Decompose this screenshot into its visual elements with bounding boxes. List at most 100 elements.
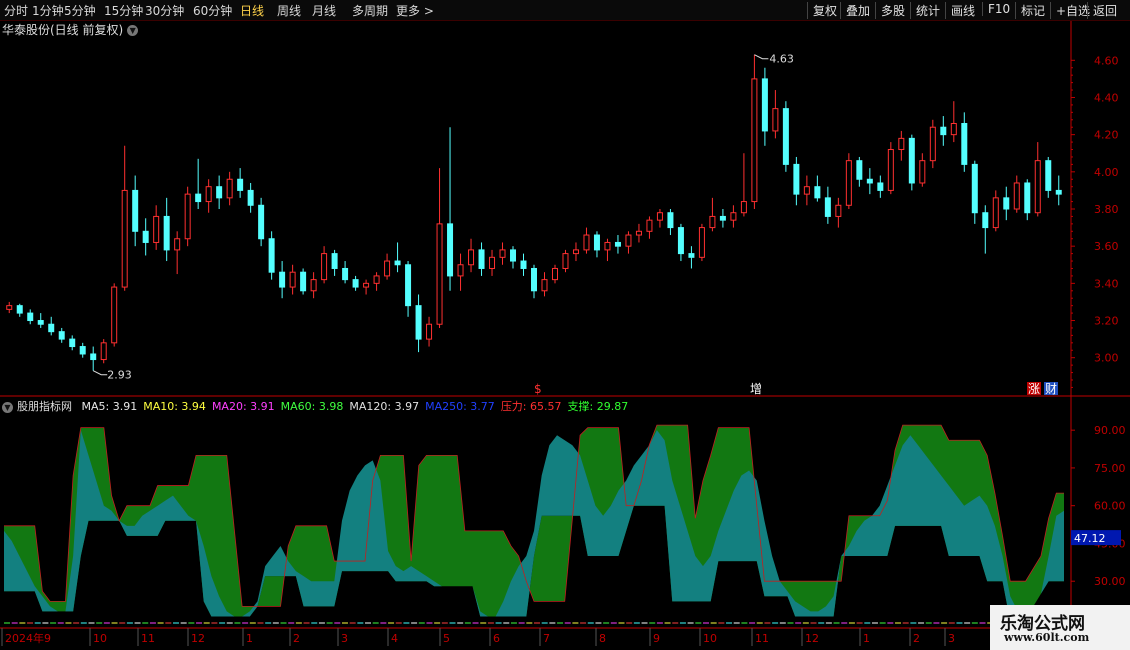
candle-body [793, 163, 800, 195]
chevron-down-icon[interactable]: ▼ [2, 401, 13, 413]
x-axis: 2024年9 10 11 12 1 2 3 4 5 6 7 8 9 10 11 12 1 2 3 [1, 628, 955, 646]
candle [656, 209, 663, 228]
candle-body [1034, 160, 1041, 214]
candle-body [436, 223, 443, 325]
candle-body [352, 279, 359, 288]
candle-body [457, 264, 464, 277]
candle-body [247, 189, 254, 206]
candle-body [48, 323, 55, 333]
x-tick-label: 12 [805, 632, 819, 645]
candle [898, 130, 905, 161]
candle [541, 272, 548, 297]
candle-body [121, 189, 128, 288]
candle-body [531, 267, 537, 292]
candle [772, 90, 779, 139]
candle-body [405, 264, 412, 307]
candle-body [604, 241, 611, 251]
indicator-area [4, 424, 1070, 624]
candle [69, 335, 76, 351]
candle-body [982, 212, 989, 229]
candle-body [363, 282, 370, 288]
candle [195, 158, 202, 209]
candle-body [1013, 182, 1020, 210]
price-axis: 4.60 4.40 4.20 4.00 3.80 3.60 3.40 3.20 3.00 [1071, 54, 1119, 388]
candle [436, 168, 443, 328]
legend-entry-4: MA120: 3.97 [349, 400, 420, 413]
candle-body [929, 126, 936, 162]
chart-canvas[interactable]: 4.63 2.93 4.60 4.40 4.20 4.00 3.80 3.60 3.40 3.2… [0, 0, 1130, 650]
candle-body [646, 219, 653, 232]
candle-body [373, 275, 380, 284]
candle [268, 231, 275, 280]
candle-body [331, 253, 338, 269]
candle [950, 101, 957, 143]
candle [919, 153, 926, 187]
price-tick-label: 3.80 [1094, 203, 1119, 216]
x-tick-label: 1 [246, 632, 253, 645]
candle-body [289, 271, 296, 288]
candle [16, 303, 23, 317]
candle-body [384, 260, 391, 277]
candle-body [489, 256, 496, 269]
candle-body [1024, 182, 1031, 214]
candle-body [163, 215, 170, 251]
candle [153, 205, 160, 250]
price-tick-label: 4.40 [1094, 91, 1119, 104]
legend-entry-6: 压力: 65.57 [500, 400, 562, 413]
candle [992, 190, 999, 232]
candle [184, 186, 191, 247]
x-tick-label: 11 [755, 632, 769, 645]
candle [510, 246, 517, 269]
x-tick-label: 1 [863, 632, 870, 645]
candle-body [415, 305, 422, 340]
candle [216, 175, 223, 209]
candle [625, 231, 632, 254]
price-tick-label: 3.40 [1094, 277, 1119, 290]
candle-body [300, 271, 307, 292]
candle-body [394, 260, 401, 266]
candle [688, 246, 695, 269]
candle-body [541, 279, 548, 292]
candle [237, 168, 244, 198]
candle [1034, 142, 1041, 217]
candle [342, 261, 349, 284]
indicator-title: 股朋指标网 [17, 400, 72, 413]
event-marker: 财 [1045, 382, 1057, 396]
price-tick-label: 3.00 [1094, 352, 1119, 365]
indicator-legend: ▼ 股朋指标网 MA5: 3.91 MA10: 3.94 MA20: 3.91 MA60… [2, 398, 634, 414]
candle-body [856, 160, 863, 180]
candle-body [635, 230, 642, 236]
candle-body [698, 227, 705, 258]
candle [163, 197, 170, 262]
candle-body [740, 201, 747, 214]
candle [6, 301, 13, 314]
candle-body [184, 193, 191, 240]
candle-body [971, 163, 978, 214]
candle [1045, 156, 1052, 198]
x-tick-label: 5 [443, 632, 450, 645]
candle [405, 261, 412, 317]
candle [604, 238, 611, 262]
x-tick-label: 2 [913, 632, 920, 645]
candle [247, 182, 254, 213]
x-tick-label: 9 [653, 632, 660, 645]
x-tick-label: 11 [141, 632, 155, 645]
x-tick-label: 10 [93, 632, 107, 645]
candle [111, 283, 118, 347]
candle-body [111, 286, 118, 344]
candle-body [835, 204, 842, 217]
candle [142, 218, 149, 256]
candle [289, 264, 296, 295]
candle-body [709, 215, 716, 229]
candle [803, 175, 810, 206]
legend-entry-5: MA250: 3.77 [425, 400, 495, 413]
candle [468, 238, 475, 273]
candle [499, 242, 506, 265]
x-tick-label: 3 [341, 632, 348, 645]
candle-body [877, 182, 884, 191]
candle [793, 156, 800, 206]
legend-entry-7: 支撑: 29.87 [567, 400, 629, 413]
candle [845, 153, 852, 209]
candle-body [226, 178, 233, 199]
candle-body [898, 137, 905, 151]
